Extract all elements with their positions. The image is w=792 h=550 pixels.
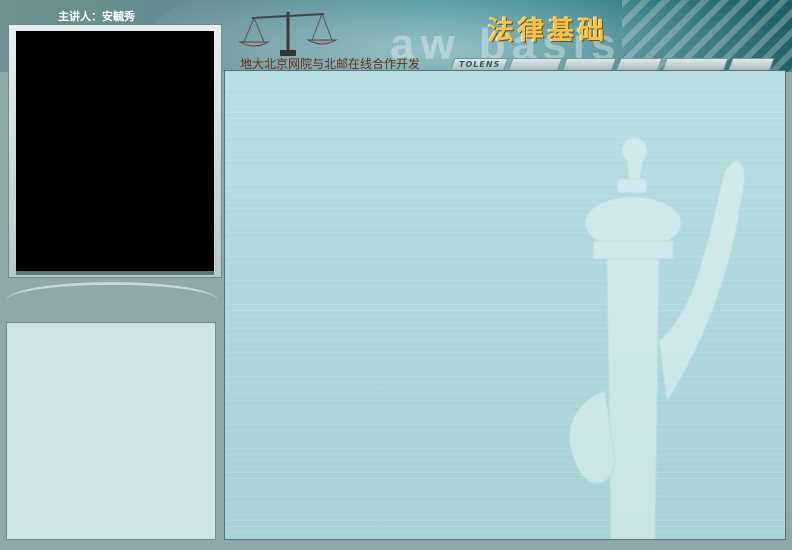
monument-column-icon <box>569 137 745 539</box>
video-player-frame <box>8 24 222 278</box>
main-content-area <box>224 70 786 540</box>
lecturer-name: 主讲人：安毓秀 <box>58 10 135 23</box>
tab-label: TOLENS <box>459 60 501 69</box>
scales-of-justice-icon <box>238 12 338 56</box>
notes-panel <box>6 322 216 540</box>
decorative-arc <box>6 282 218 319</box>
video-screen[interactable] <box>16 31 214 275</box>
course-title: 法律基础 <box>488 16 609 46</box>
